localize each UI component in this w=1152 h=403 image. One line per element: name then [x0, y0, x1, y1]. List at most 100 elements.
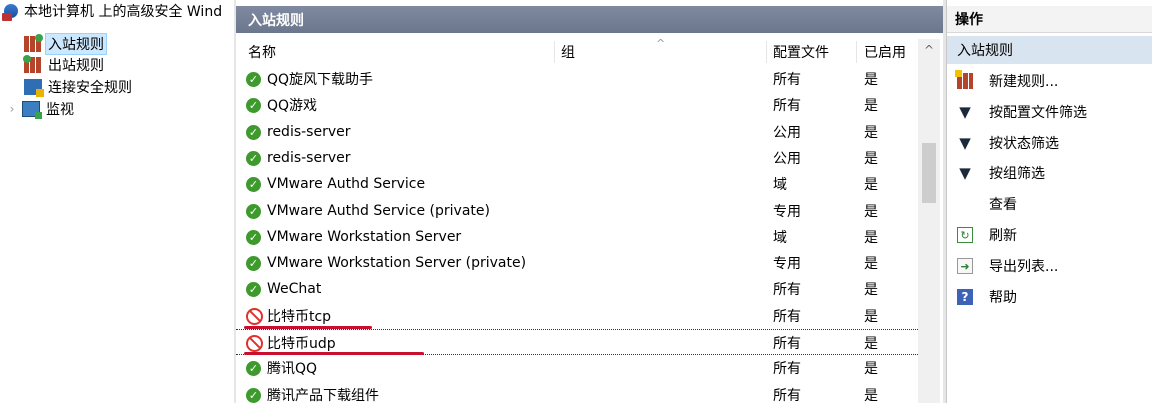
scroll-up-icon[interactable]: ^: [918, 39, 940, 61]
rule-name: redis-server: [267, 124, 351, 140]
tree-item-outbound-rules[interactable]: 出站规则: [23, 54, 106, 76]
rule-profile: 所有: [773, 388, 801, 403]
column-header-name[interactable]: 名称: [248, 39, 276, 65]
actions-pane: 操作 入站规则 新建规则... ▼ 按配置文件筛选 ▼ 按状态筛选 ▼ 按组筛选…: [946, 0, 1152, 403]
rule-name-cell: ✓ redis-server: [246, 119, 351, 145]
rule-name-cell: ✓ redis-server: [246, 145, 351, 171]
action-refresh[interactable]: ↻ 刷新: [947, 220, 1152, 250]
rule-profile: 所有: [773, 98, 801, 114]
allowed-check-icon: ✓: [246, 124, 261, 140]
allowed-check-icon: ✓: [246, 176, 261, 192]
rule-name-cell: ✓ QQ游戏: [246, 92, 317, 118]
rule-row[interactable]: ✓ QQ旋风下载助手 所有 是: [236, 66, 918, 92]
rule-enabled: 是: [864, 336, 878, 352]
action-label: 按配置文件筛选: [989, 105, 1087, 121]
rule-enabled: 是: [864, 204, 878, 220]
vertical-scrollbar[interactable]: ^: [918, 39, 940, 403]
rule-row[interactable]: ✓ VMware Authd Service 域 是: [236, 171, 918, 197]
tree-item-label: 出站规则: [48, 58, 104, 74]
column-divider[interactable]: [856, 41, 857, 63]
rule-name: 比特币udp: [267, 336, 336, 352]
action-label: 导出列表...: [989, 259, 1059, 275]
rule-row[interactable]: ✓ QQ游戏 所有 是: [236, 92, 918, 118]
rule-name: VMware Workstation Server: [267, 229, 462, 245]
rule-row[interactable]: ✓ VMware Workstation Server (private) 专用 是: [236, 250, 918, 276]
column-divider[interactable]: [766, 41, 767, 63]
rule-name: QQ旋风下载助手: [267, 72, 374, 88]
tree-item-monitoring[interactable]: › 监视: [0, 98, 76, 120]
rule-enabled: 是: [864, 72, 878, 88]
rule-name: VMware Workstation Server (private): [267, 255, 527, 271]
rule-name: 比特币tcp: [267, 309, 332, 325]
rule-name: 腾讯QQ: [267, 361, 318, 377]
rule-row[interactable]: ✓ VMware Workstation Server 域 是: [236, 224, 918, 250]
action-filter-by-state[interactable]: ▼ 按状态筛选: [947, 128, 1152, 158]
rule-profile: 所有: [773, 361, 801, 377]
tree-item-connection-security-rules[interactable]: 连接安全规则: [24, 76, 134, 98]
action-view[interactable]: 查看: [947, 189, 1152, 219]
chevron-right-icon[interactable]: ›: [6, 102, 18, 116]
rule-name-cell: ✓ VMware Authd Service: [246, 171, 425, 197]
rule-profile: 所有: [773, 282, 801, 298]
rule-name-cell: ✓ 腾讯产品下载组件: [246, 382, 379, 403]
column-divider[interactable]: [554, 41, 555, 63]
rule-name-cell: ✓ QQ旋风下载助手: [246, 66, 373, 92]
rule-profile: 公用: [773, 151, 801, 167]
view-spacer: [957, 196, 973, 212]
filter-icon: ▼: [959, 134, 971, 152]
refresh-icon: ↻: [957, 227, 973, 243]
rule-row[interactable]: ✓ WeChat 所有 是: [236, 276, 918, 302]
rule-name-cell: ✓ WeChat: [246, 276, 321, 302]
rule-row[interactable]: ✓ 腾讯产品下载组件 所有 是: [236, 382, 918, 403]
rule-enabled: 是: [864, 177, 878, 193]
action-new-rule[interactable]: 新建规则...: [947, 66, 1152, 96]
tree-root[interactable]: 本地计算机 上的高级安全 Wind: [0, 0, 224, 22]
rule-name: 腾讯产品下载组件: [267, 388, 379, 403]
rule-profile: 域: [773, 177, 787, 193]
console-tree: 本地计算机 上的高级安全 Wind 入站规则 出站规则 连接安全规则 › 监视: [0, 0, 234, 403]
rule-profile: 域: [773, 230, 787, 246]
action-label: 刷新: [989, 228, 1017, 244]
rule-enabled: 是: [864, 98, 878, 114]
sort-indicator-icon: ^: [656, 37, 666, 50]
export-icon: ➜: [957, 258, 973, 274]
rule-name: redis-server: [267, 150, 351, 166]
rule-row[interactable]: ✓ redis-server 公用 是: [236, 145, 918, 171]
rule-row[interactable]: ✓ 腾讯QQ 所有 是: [236, 355, 918, 381]
column-header-group[interactable]: 组: [561, 39, 575, 65]
allowed-check-icon: ✓: [246, 360, 261, 376]
column-header-enabled[interactable]: 已启用: [864, 39, 906, 65]
actions-title: 操作: [947, 6, 1152, 33]
column-header: 名称 组 ^ 配置文件 已启用: [236, 37, 941, 65]
rule-profile: 专用: [773, 204, 801, 220]
rule-profile: 所有: [773, 309, 801, 325]
allowed-check-icon: ✓: [246, 281, 261, 297]
rule-enabled: 是: [864, 309, 878, 325]
action-export-list[interactable]: ➜ 导出列表...: [947, 251, 1152, 281]
rule-row[interactable]: ✓ VMware Authd Service (private) 专用 是: [236, 198, 918, 224]
rule-name: VMware Authd Service: [267, 176, 426, 192]
allowed-check-icon: ✓: [246, 150, 261, 166]
new-rule-icon: [955, 70, 973, 89]
action-label: 查看: [989, 197, 1017, 213]
rule-profile: 所有: [773, 336, 801, 352]
connection-security-icon: [24, 79, 44, 97]
firewall-computer-icon: [2, 4, 18, 21]
allowed-check-icon: ✓: [246, 203, 261, 219]
action-filter-by-profile[interactable]: ▼ 按配置文件筛选: [947, 97, 1152, 127]
scrollbar-thumb[interactable]: [922, 143, 936, 203]
tree-item-inbound-rules[interactable]: 入站规则: [24, 33, 107, 55]
action-label: 按状态筛选: [989, 136, 1059, 152]
rule-name: WeChat: [267, 281, 322, 297]
actions-section-header[interactable]: 入站规则: [947, 36, 1152, 64]
rule-name-cell: ✓ VMware Workstation Server (private): [246, 250, 526, 276]
action-filter-by-group[interactable]: ▼ 按组筛选: [947, 158, 1152, 188]
monitoring-icon: [22, 101, 42, 119]
column-header-profile[interactable]: 配置文件: [773, 39, 829, 65]
rule-enabled: 是: [864, 256, 878, 272]
tree-item-label: 监视: [46, 102, 74, 118]
action-help[interactable]: ? 帮助: [947, 282, 1152, 312]
tree-root-label: 本地计算机 上的高级安全 Wind: [24, 4, 223, 20]
rule-row[interactable]: ✓ redis-server 公用 是: [236, 119, 918, 145]
rule-enabled: 是: [864, 388, 878, 403]
